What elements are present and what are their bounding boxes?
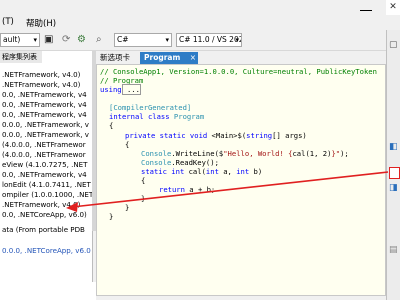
annotation-arrow [66,171,389,212]
arrow-head [66,202,78,212]
arrow-line [71,171,389,208]
